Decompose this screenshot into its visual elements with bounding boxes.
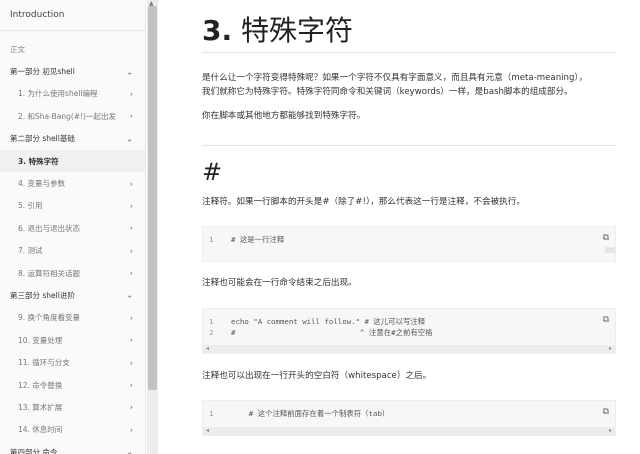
- sidebar-item[interactable]: 12. 命令替换 ›: [0, 374, 145, 396]
- chevron-right-icon[interactable]: ›: [130, 336, 133, 345]
- scrollbar-thumb[interactable]: [148, 6, 157, 390]
- sidebar-item-label: 10. 变量处理: [18, 335, 63, 345]
- sidebar-item-label: 11. 循环与分支: [18, 358, 70, 368]
- chevron-down-icon[interactable]: ⌄: [126, 67, 133, 76]
- code-horizontal-scrollbar[interactable]: ◂ ▸: [203, 427, 615, 435]
- page-title-text: 特殊字符: [241, 14, 354, 47]
- sidebar-item[interactable]: 正文: [0, 38, 145, 60]
- code-block-2: 1 echo "A comment will follow." # 这儿可以写注释…: [202, 308, 616, 354]
- sidebar-item-label: 13. 算术扩展: [18, 402, 63, 412]
- sidebar-item[interactable]: 5. 引用 ›: [0, 195, 145, 217]
- code-block-1: 1 # 这是一行注释 ⧉: [202, 226, 616, 262]
- code-line: 1 # 这是一行注释: [209, 235, 285, 244]
- sidebar-item[interactable]: 13. 算术扩展 ›: [0, 396, 145, 418]
- chevron-right-icon[interactable]: ›: [130, 358, 133, 367]
- copy-icon[interactable]: ⧉: [603, 407, 609, 417]
- chevron-right-icon[interactable]: ›: [130, 403, 133, 412]
- sidebar-item-label: 5. 引用: [18, 201, 43, 211]
- sidebar-scrollbar[interactable]: ▲: [147, 0, 158, 454]
- sidebar-nav: 正文 第一部分 初见shell ⌄ 1. 为什么使用shell编程 › 2. 和Sha-B…: [0, 38, 145, 454]
- sidebar-item-label: 8. 运算符相关话题: [18, 268, 81, 278]
- sidebar-divider: [0, 30, 145, 31]
- chevron-right-icon[interactable]: ›: [130, 246, 133, 255]
- chevron-right-icon[interactable]: ›: [130, 381, 133, 390]
- sidebar-item-label: 9. 换个角度看变量: [18, 313, 81, 323]
- code-block-3: 1 # 这个注释前面存在着一个制表符（tab） ⧉ ◂ ▸: [202, 400, 616, 436]
- sidebar-part[interactable]: 第一部分 初见shell ⌄: [0, 60, 145, 82]
- chevron-right-icon[interactable]: ›: [130, 89, 133, 98]
- scroll-right-icon[interactable]: ▸: [609, 427, 612, 434]
- sidebar-item-label: 2. 和Sha-Bang(#!)一起出发: [18, 111, 116, 121]
- chevron-right-icon[interactable]: ›: [130, 269, 133, 278]
- sidebar-item[interactable]: 10. 变量处理 ›: [0, 329, 145, 351]
- sidebar-item[interactable]: 11. 循环与分支 ›: [0, 351, 145, 373]
- sidebar-item[interactable]: 1. 为什么使用shell编程 ›: [0, 83, 145, 105]
- code-scrollbar[interactable]: [605, 247, 615, 253]
- comment-description: 注释符。如果一行脚本的开头是#（除了#!），那么代表这一行是注释，不会被执行。: [202, 197, 525, 207]
- scroll-left-icon[interactable]: ◂: [206, 427, 209, 434]
- sidebar-item-label: 12. 命令替换: [18, 380, 63, 390]
- chevron-right-icon[interactable]: ›: [130, 224, 133, 233]
- sidebar-item-label: 第一部分 初见shell: [10, 67, 75, 77]
- sidebar: Introduction 正文第一部分 初见shell ⌄ 1. 为什么使用shel…: [0, 0, 146, 454]
- intro-line-3: 你在脚本或其他地方都能够找到特殊字符。: [202, 111, 366, 121]
- sidebar-item-label: 4. 变量与参数: [18, 179, 66, 189]
- copy-icon[interactable]: ⧉: [603, 233, 609, 243]
- main-content: 3. 特殊字符 是什么让一个字符变得特殊呢？如果一个字符不仅具有字面意义，而且具…: [160, 0, 640, 454]
- sidebar-item-label: 7. 测试: [18, 246, 43, 256]
- chevron-down-icon[interactable]: ⌄: [126, 291, 133, 300]
- sidebar-item[interactable]: 8. 运算符相关话题 ›: [0, 262, 145, 284]
- sidebar-item-label: 3. 特殊字符: [18, 156, 59, 166]
- title-divider: [202, 52, 616, 53]
- sidebar-item[interactable]: 9. 换个角度看变量 ›: [0, 307, 145, 329]
- code-horizontal-scrollbar[interactable]: ◂ ▸: [203, 345, 615, 353]
- whitespace-description: 注释也可以出现在一行开头的空白符（whitespace）之后。: [202, 371, 432, 381]
- sidebar-item-label: 第三部分 shell进阶: [10, 290, 75, 300]
- after-command-description: 注释也可能会在一行命令结束之后出现。: [202, 278, 357, 288]
- sidebar-part[interactable]: 第二部分 shell基础 ⌄: [0, 128, 145, 150]
- code-line: 1 echo "A comment will follow." # 这儿可以写注释: [209, 317, 426, 326]
- page-title-number: 3.: [202, 14, 233, 47]
- section-divider: [202, 145, 616, 146]
- code-line: 2 # ^ 注意在#之前有空格: [209, 328, 433, 337]
- sidebar-item-label: 第四部分 命令: [10, 447, 58, 454]
- sidebar-item[interactable]: 6. 退出与退出状态 ›: [0, 217, 145, 239]
- scroll-left-icon[interactable]: ◂: [206, 345, 209, 352]
- sidebar-item[interactable]: 3. 特殊字符: [0, 149, 145, 173]
- chevron-down-icon[interactable]: ⌄: [126, 134, 133, 143]
- page-title: 3. 特殊字符: [202, 9, 353, 49]
- chevron-right-icon[interactable]: ›: [130, 425, 133, 434]
- sidebar-item[interactable]: 7. 测试 ›: [0, 240, 145, 262]
- chevron-right-icon[interactable]: ›: [130, 179, 133, 188]
- sidebar-item-label: 正文: [10, 44, 25, 54]
- sidebar-part[interactable]: 第四部分 命令 ⌄: [0, 441, 145, 454]
- sidebar-item-label: 1. 为什么使用shell编程: [18, 89, 98, 99]
- chevron-right-icon[interactable]: ›: [130, 201, 133, 210]
- sidebar-item-label: 14. 休息时间: [18, 425, 63, 435]
- sidebar-item[interactable]: 4. 变量与参数 ›: [0, 172, 145, 194]
- scroll-right-icon[interactable]: ▸: [609, 345, 612, 352]
- copy-icon[interactable]: ⧉: [603, 315, 609, 325]
- sidebar-item-label: 第二部分 shell基础: [10, 134, 75, 144]
- chevron-right-icon[interactable]: ›: [130, 112, 133, 121]
- sidebar-item[interactable]: 14. 休息时间 ›: [0, 419, 145, 441]
- sidebar-header[interactable]: Introduction: [0, 0, 145, 30]
- section-heading-hash: #: [202, 158, 223, 186]
- chevron-right-icon[interactable]: ›: [130, 313, 133, 322]
- chevron-down-icon[interactable]: ⌄: [126, 448, 133, 454]
- code-line: 1 # 这个注释前面存在着一个制表符（tab）: [209, 409, 390, 418]
- intro-line-2: 我们就称它为特殊字符。特殊字符同命令和关键词（keywords）一样，是bash…: [202, 87, 573, 97]
- sidebar-item-label: 6. 退出与退出状态: [18, 223, 81, 233]
- sidebar-item[interactable]: 2. 和Sha-Bang(#!)一起出发 ›: [0, 105, 145, 127]
- sidebar-part[interactable]: 第三部分 shell进阶 ⌄: [0, 284, 145, 306]
